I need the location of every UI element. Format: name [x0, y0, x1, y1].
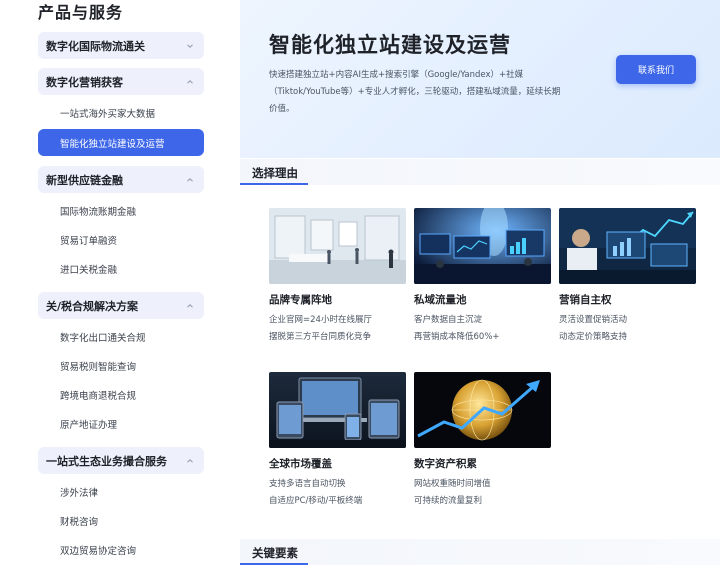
chevron-down-icon — [186, 42, 194, 50]
sidebar-item-independent-site[interactable]: 智能化独立站建设及运营 — [38, 129, 204, 156]
card-title: 品牌专属阵地 — [269, 294, 332, 306]
card-text: 摆脱第三方平台同质化竞争 — [269, 332, 372, 342]
reason-card: 私域流量池 客户数据自主沉淀 再营销成本降低60%+ — [414, 208, 552, 346]
card-text: 客户数据自主沉淀 — [414, 315, 483, 325]
hero-banner: 智能化独立站建设及运营 快速搭建独立站+内容AI生成+搜索引擎（Google/Y… — [240, 0, 720, 158]
reason-card: 数字资产积累 网站权重随时间增值 可持续的流量复利 — [414, 372, 552, 510]
reason-card: 营销自主权 灵活设置促销活动 动态定价策略支持 — [559, 208, 697, 346]
sidebar-item-legal[interactable]: 涉外法律 — [38, 479, 204, 505]
group-label: 一站式生态业务撮合服务 — [46, 454, 167, 468]
card-text: 网站权重随时间增值 — [414, 479, 491, 489]
card-text: 自适应PC/移动/平板终端 — [269, 496, 363, 506]
sidebar-item-order-financing[interactable]: 贸易订单融资 — [38, 227, 204, 253]
sidebar-item-export-compliance[interactable]: 数字化出口通关合规 — [38, 324, 204, 350]
group-ecosystem-services[interactable]: 一站式生态业务撮合服务 — [38, 447, 204, 474]
hero-description-line: 价值。 — [269, 104, 295, 114]
group-compliance[interactable]: 关/税合规解决方案 — [38, 292, 204, 319]
group-label: 新型供应链金融 — [46, 173, 123, 187]
data-screens-image — [414, 208, 551, 284]
group-label: 关/税合规解决方案 — [46, 299, 139, 313]
devices-image — [269, 372, 406, 448]
sidebar-item-buyer-data[interactable]: 一站式海外买家大数据 — [38, 100, 204, 126]
section-header-key-elements: 关键要素 — [240, 539, 720, 565]
card-title: 私域流量池 — [414, 294, 467, 306]
showroom-image — [269, 208, 406, 284]
card-text: 灵活设置促销活动 — [559, 315, 628, 325]
chevron-up-icon — [186, 176, 194, 184]
page-title: 智能化独立站建设及运营 — [269, 33, 511, 57]
group-supply-chain-finance[interactable]: 新型供应链金融 — [38, 166, 204, 193]
chevron-up-icon — [186, 457, 194, 465]
sidebar-title: 产品与服务 — [38, 3, 124, 22]
globe-growth-image — [414, 372, 551, 448]
section-header-reasons: 选择理由 — [240, 159, 720, 185]
group-label: 数字化营销获客 — [46, 75, 123, 89]
card-text: 动态定价策略支持 — [559, 332, 628, 342]
group-digital-logistics[interactable]: 数字化国际物流通关 — [38, 32, 204, 59]
card-title: 营销自主权 — [559, 294, 612, 306]
hero-description-line: 快速搭建独立站+内容AI生成+搜索引擎（Google/Yandex）+社媒 — [269, 70, 524, 80]
sidebar-item-origin-cert[interactable]: 原产地证办理 — [38, 411, 204, 437]
card-text: 再营销成本降低60%+ — [414, 332, 500, 342]
reason-card: 全球市场覆盖 支持多语言自动切换 自适应PC/移动/平板终端 — [269, 372, 407, 510]
sidebar-item-import-duty[interactable]: 进口关税金融 — [38, 256, 204, 282]
hero-description: 快速搭建独立站+内容AI生成+搜索引擎（Google/Yandex）+社媒 （T… — [269, 67, 579, 118]
card-text: 支持多语言自动切换 — [269, 479, 346, 489]
section-underline — [240, 563, 308, 565]
analytics-image — [559, 208, 696, 284]
sidebar-item-tax-refund[interactable]: 跨境电商退税合规 — [38, 382, 204, 408]
group-label: 数字化国际物流通关 — [46, 39, 145, 53]
group-digital-marketing[interactable]: 数字化营销获客 — [38, 68, 204, 95]
section-title: 关键要素 — [252, 546, 298, 560]
reason-card: 品牌专属阵地 企业官网=24小时在线展厅 摆脱第三方平台同质化竞争 — [269, 208, 407, 346]
hero-description-line: （Tiktok/YouTube等）+专业人才孵化，三轮驱动，搭建私域流量，延续长… — [269, 87, 561, 97]
sidebar: 产品与服务 数字化国际物流通关 数字化营销获客 一站式海外买家大数据 智能化独立… — [0, 0, 240, 569]
card-title: 数字资产积累 — [414, 458, 477, 470]
chevron-up-icon — [186, 78, 194, 86]
main-content: 智能化独立站建设及运营 快速搭建独立站+内容AI生成+搜索引擎（Google/Y… — [240, 0, 720, 569]
card-text: 可持续的流量复利 — [414, 496, 483, 506]
sidebar-item-finance-tax[interactable]: 财税咨询 — [38, 508, 204, 534]
card-text: 企业官网=24小时在线展厅 — [269, 315, 372, 325]
sidebar-item-logistics-finance[interactable]: 国际物流账期金融 — [38, 198, 204, 224]
sidebar-item-tariff-query[interactable]: 贸易税则智能查询 — [38, 353, 204, 379]
section-title: 选择理由 — [252, 166, 298, 180]
contact-us-button[interactable]: 联系我们 — [616, 55, 696, 84]
sidebar-item-trade-agreement[interactable]: 双边贸易协定咨询 — [38, 537, 204, 563]
section-underline — [240, 183, 308, 185]
chevron-up-icon — [186, 302, 194, 310]
card-title: 全球市场覆盖 — [269, 458, 332, 470]
